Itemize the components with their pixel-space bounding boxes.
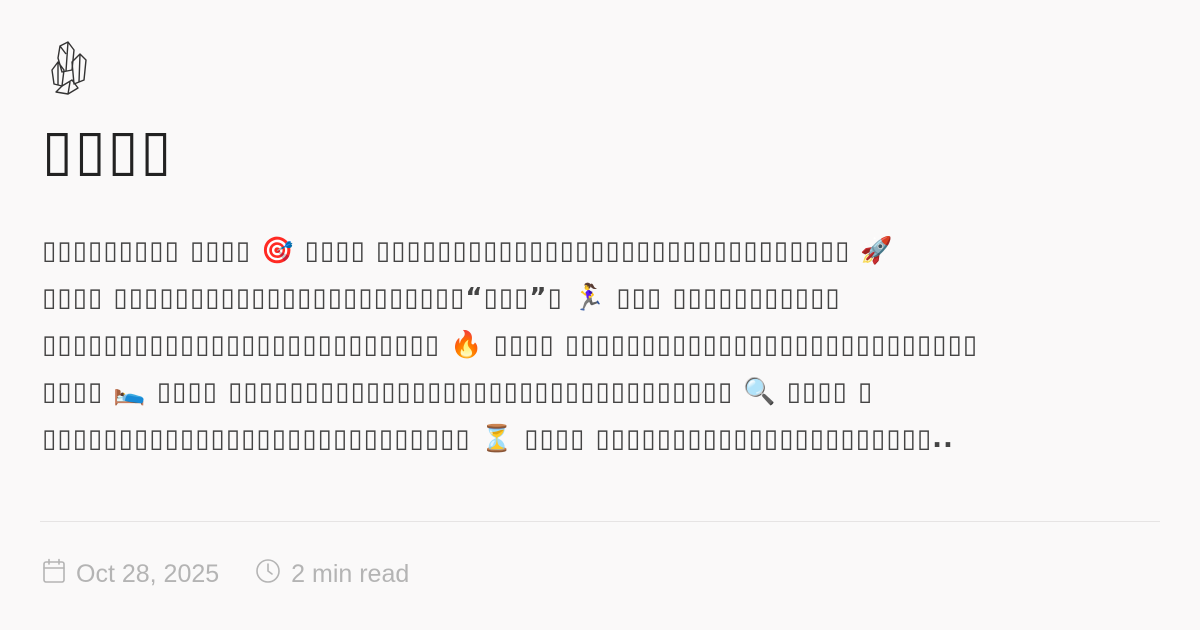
excerpt-line: ▯▯▯▯ ▯▯▯▯▯▯▯▯▯▯▯▯▯▯▯▯▯▯▯▯▯▯▯“▯▯▯”▯ 🏃‍♀️ … xyxy=(42,283,841,313)
post-meta: Oct 28, 2025 2 min read xyxy=(42,556,445,592)
read-time-text: 2 min read xyxy=(291,559,410,588)
excerpt-line: ▯▯▯▯ 🛌 ▯▯▯▯ ▯▯▯▯▯▯▯▯▯▯▯▯▯▯▯▯▯▯▯▯▯▯▯▯▯▯▯▯… xyxy=(42,377,874,407)
divider xyxy=(40,521,1160,522)
post-date-text: Oct 28, 2025 xyxy=(76,559,220,588)
site-logo-icon[interactable] xyxy=(46,40,90,96)
post-date: Oct 28, 2025 xyxy=(42,558,219,591)
excerpt-line: ▯▯▯▯▯▯▯▯▯▯▯▯▯▯▯▯▯▯▯▯▯▯▯▯▯▯ 🔥 ▯▯▯▯ ▯▯▯▯▯▯… xyxy=(42,330,979,360)
calendar-icon xyxy=(42,558,76,591)
excerpt-line: ▯▯▯▯▯▯▯▯▯ ▯▯▯▯ 🎯 ▯▯▯▯ ▯▯▯▯▯▯▯▯▯▯▯▯▯▯▯▯▯▯… xyxy=(42,236,894,266)
clock-icon xyxy=(255,558,291,591)
post-title: ▯▯▯▯ xyxy=(42,118,174,183)
post-read-time: 2 min read xyxy=(255,558,409,591)
post-excerpt: ▯▯▯▯▯▯▯▯▯ ▯▯▯▯ 🎯 ▯▯▯▯ ▯▯▯▯▯▯▯▯▯▯▯▯▯▯▯▯▯▯… xyxy=(42,228,1160,463)
excerpt-line: ▯▯▯▯▯▯▯▯▯▯▯▯▯▯▯▯▯▯▯▯▯▯▯▯▯▯▯▯ ⏳ ▯▯▯▯ ▯▯▯▯… xyxy=(42,424,954,454)
